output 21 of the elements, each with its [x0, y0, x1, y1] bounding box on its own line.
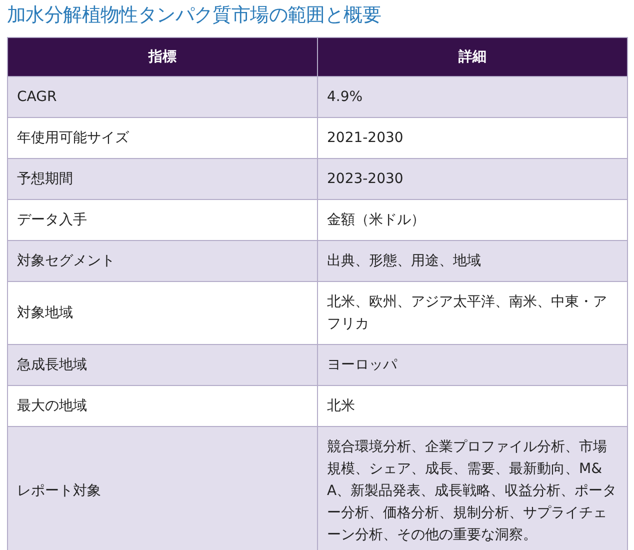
table-cell: 対象セグメント [8, 240, 318, 282]
table-cell: 競合環境分析、企業プロファイル分析、市場規模、シェア、成長、需要、最新動向、M&A、新製品発表、成長戦略、収益分析、ポーター分析、価格分析、規制分析、サプライチェーン分析、その他の重要な洞察。 [318, 426, 628, 550]
table-cell: 出典、形態、用途、地域 [318, 240, 628, 282]
table-cell: 予想期間 [8, 158, 318, 200]
table-cell: 年使用可能サイズ [8, 118, 318, 158]
table-cell: 金額（米ドル） [318, 200, 628, 240]
table-cell: 北米、欧州、アジア太平洋、南米、中東・アフリカ [318, 282, 628, 344]
table-cell: 2021-2030 [318, 118, 628, 158]
table-cell: レポート対象 [8, 426, 318, 550]
table-cell: 4.9% [318, 76, 628, 118]
page-title: 加水分解植物性タンパク質市場の範囲と概要 [7, 3, 382, 28]
table-cell: データ入手 [8, 200, 318, 240]
table-cell: 北米 [318, 386, 628, 426]
table-cell: 急成長地域 [8, 344, 318, 386]
table-cell: ヨーロッパ [318, 344, 628, 386]
table-cell: CAGR [8, 76, 318, 118]
table-cell: 2023-2030 [318, 158, 628, 200]
table-cell: 対象地域 [8, 282, 318, 344]
column-header: 詳細 [318, 38, 628, 76]
column-header: 指標 [8, 38, 318, 76]
table-cell: 最大の地域 [8, 386, 318, 426]
